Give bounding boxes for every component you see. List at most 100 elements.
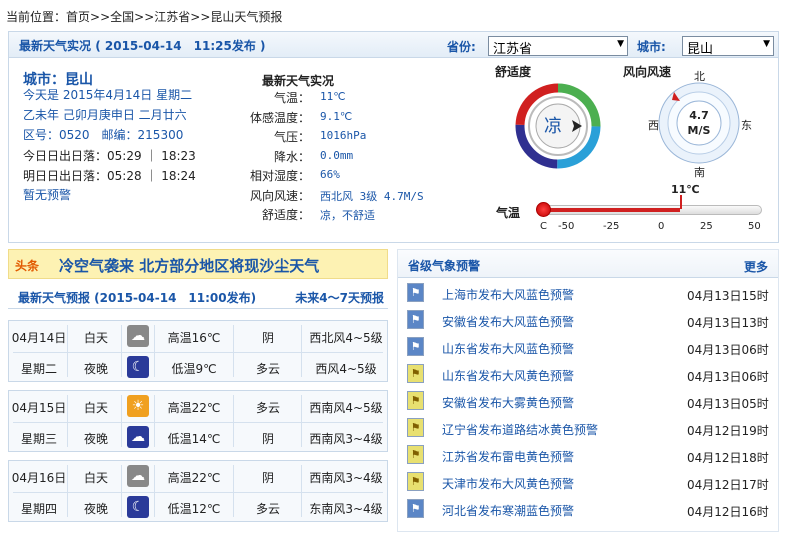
forecast-day: 04月16日 白天 ☁ 高温22℃ 阴 西南风3~4级 星期四 夜晚 ☾ 低温12℃ 多云 东南风3~… bbox=[8, 460, 388, 522]
forecast-night-row: 星期三 夜晚 ☁ 低温14℃ 阴 西南风3~4级 bbox=[9, 422, 387, 453]
warning-link[interactable]: 安徽省发布大雾黄色预警 bbox=[442, 394, 574, 411]
comfort-gauge: 凉 bbox=[514, 82, 602, 170]
city-select[interactable]: 昆山 ▼ bbox=[682, 36, 774, 57]
province-select[interactable]: 江苏省 ▼ bbox=[488, 36, 628, 57]
headline-banner[interactable]: 头条 冷空气袭来 北方部分地区将现沙尘天气 bbox=[8, 249, 388, 279]
current-weather-title: 最新天气实况 ( 2015-04-14 11:25发布 ) bbox=[19, 39, 266, 53]
breadcrumb-sep: >> bbox=[190, 10, 211, 24]
warning-link[interactable]: 辽宁省发布道路结冰黄色预警 bbox=[442, 421, 598, 438]
headline-tag: 头条 bbox=[15, 259, 40, 273]
current-weather-panel: 最新天气实况 ( 2015-04-14 11:25发布 ) 省份: 江苏省 ▼ 城… bbox=[8, 31, 779, 243]
forecast-weather: 多云 bbox=[255, 502, 280, 516]
warning-link[interactable]: 天津市发布大风黄色预警 bbox=[442, 475, 574, 492]
warning-link[interactable]: 河北省发布寒潮蓝色预警 bbox=[442, 502, 574, 519]
yellow-warning-icon: ⚑ bbox=[407, 445, 424, 464]
forecast-day-row: 04月15日 白天 ☀ 高温22℃ 多云 西南风4~5级 bbox=[9, 391, 387, 422]
moon-icon: ☾ bbox=[127, 496, 149, 518]
column-divider bbox=[233, 325, 234, 377]
warning-item[interactable]: ⚑ 山东省发布大风蓝色预警 04月13日06时 bbox=[397, 334, 779, 361]
row-divider bbox=[13, 352, 383, 353]
warning-item[interactable]: ⚑ 江苏省发布雷电黄色预警 04月12日18时 bbox=[397, 442, 779, 469]
wind-south: 南 bbox=[694, 166, 705, 179]
obs-title: 最新天气实况 bbox=[262, 74, 335, 88]
forecast-weather: 阴 bbox=[261, 432, 274, 446]
obs-value: 66% bbox=[320, 168, 340, 181]
temp-unit: C bbox=[540, 221, 547, 232]
warning-item[interactable]: ⚑ 安徽省发布大风蓝色预警 04月13日13时 bbox=[397, 307, 779, 334]
obs-label: 气压： bbox=[273, 130, 310, 144]
column-divider bbox=[121, 395, 122, 447]
breadcrumb-province[interactable]: 江苏省 bbox=[154, 10, 190, 24]
forecast-day-row: 04月16日 白天 ☁ 高温22℃ 阴 西南风3~4级 bbox=[9, 461, 387, 492]
warning-item[interactable]: ⚑ 上海市发布大风蓝色预警 04月13日15时 bbox=[397, 280, 779, 307]
forecast-day: 04月14日 白天 ☁ 高温16℃ 阴 西北风4~5级 星期二 夜晚 ☾ 低温9℃ 多云 西风4~5级 bbox=[8, 320, 388, 382]
column-divider bbox=[67, 325, 68, 377]
warning-item[interactable]: ⚑ 山东省发布大风黄色预警 04月13日06时 bbox=[397, 361, 779, 388]
forecast-date: 04月14日 bbox=[11, 331, 67, 345]
warning-date: 04月13日13时 bbox=[687, 316, 769, 330]
forecast-day-row: 04月14日 白天 ☁ 高温16℃ 阴 西北风4~5级 bbox=[9, 321, 387, 352]
column-divider bbox=[233, 465, 234, 517]
breadcrumb-home[interactable]: 首页 bbox=[66, 10, 90, 24]
forecast-period: 白天 bbox=[83, 401, 108, 415]
cloud-icon: ☁ bbox=[127, 325, 149, 347]
obs-value: 1016hPa bbox=[320, 129, 367, 142]
yellow-warning-icon: ⚑ bbox=[407, 418, 424, 437]
obs-value: 0.0mm bbox=[320, 148, 354, 162]
forecast-night-row: 星期四 夜晚 ☾ 低温12℃ 多云 东南风3~4级 bbox=[9, 492, 387, 523]
column-divider bbox=[67, 395, 68, 447]
warning-link[interactable]: 山东省发布大风黄色预警 bbox=[442, 367, 574, 384]
temp-tick: 0 bbox=[658, 221, 665, 232]
forecast-period: 夜晚 bbox=[83, 362, 108, 376]
blue-warning-icon: ⚑ bbox=[407, 499, 424, 518]
yellow-warning-icon: ⚑ bbox=[407, 472, 424, 491]
forecast-weather: 多云 bbox=[255, 362, 280, 376]
forecast-weather: 多云 bbox=[255, 401, 280, 415]
cloud-icon: ☁ bbox=[127, 465, 149, 487]
blue-warning-icon: ⚑ bbox=[407, 283, 424, 302]
warning-link[interactable]: 江苏省发布雷电黄色预警 bbox=[442, 448, 574, 465]
warning-date: 04月12日19时 bbox=[687, 424, 769, 438]
yellow-warning-icon: ⚑ bbox=[407, 364, 424, 383]
sun-cloud-icon: ☀ bbox=[127, 395, 149, 417]
breadcrumb-national[interactable]: 全国 bbox=[110, 10, 134, 24]
warning-link[interactable]: 安徽省发布大风蓝色预警 bbox=[442, 313, 574, 330]
breadcrumb-sep: >> bbox=[134, 10, 155, 24]
warning-date: 04月13日05时 bbox=[687, 397, 769, 411]
temp-bar: 11℃ C -50 -25 0 25 50 bbox=[536, 183, 771, 232]
wind-speed: 4.7 bbox=[689, 109, 709, 122]
forecast-temp: 高温16℃ bbox=[167, 331, 221, 345]
headline-text[interactable]: 冷空气袭来 北方部分地区将现沙尘天气 bbox=[59, 255, 319, 276]
forecast-wind: 西风4~5级 bbox=[315, 362, 377, 376]
warning-item[interactable]: ⚑ 河北省发布寒潮蓝色预警 04月12日16时 bbox=[397, 496, 779, 523]
forecast-more-link[interactable]: 未来4～7天预报 bbox=[295, 289, 384, 306]
lunar-date: 乙未年 己卯月庚申日 二月廿六 bbox=[23, 108, 187, 122]
temp-tick: 25 bbox=[700, 221, 713, 232]
column-divider bbox=[301, 395, 302, 447]
alert-status[interactable]: 暂无预警 bbox=[23, 186, 71, 203]
obs-label: 相对湿度： bbox=[249, 169, 310, 183]
forecast-temp: 低温14℃ bbox=[167, 432, 221, 446]
blue-warning-icon: ⚑ bbox=[407, 337, 424, 356]
warning-item[interactable]: ⚑ 安徽省发布大雾黄色预警 04月13日05时 bbox=[397, 388, 779, 415]
warning-link[interactable]: 上海市发布大风蓝色预警 bbox=[442, 286, 574, 303]
temp-tick: -25 bbox=[603, 221, 620, 232]
yellow-warning-icon: ⚑ bbox=[407, 391, 424, 410]
current-weather-header: 最新天气实况 ( 2015-04-14 11:25发布 ) 省份: 江苏省 ▼ 城… bbox=[9, 32, 778, 58]
forecast-temp: 高温22℃ bbox=[167, 401, 221, 415]
warning-item[interactable]: ⚑ 天津市发布大风黄色预警 04月12日17时 bbox=[397, 469, 779, 496]
obs-label: 降水： bbox=[273, 149, 310, 164]
today-sunrise: 今日日出日落：05:29 ｜ 18:23 bbox=[23, 149, 196, 163]
breadcrumb: 当前位置：首页>>全国>>江苏省>>昆山天气预报 bbox=[6, 8, 282, 25]
warnings-more-link[interactable]: 更多 bbox=[744, 258, 768, 275]
obs-value: 凉，不舒适 bbox=[320, 209, 375, 222]
warning-link[interactable]: 山东省发布大风蓝色预警 bbox=[442, 340, 574, 357]
province-label: 省份: bbox=[447, 40, 476, 54]
column-divider bbox=[154, 465, 155, 517]
blue-warning-icon: ⚑ bbox=[407, 310, 424, 329]
warning-date: 04月12日18时 bbox=[687, 451, 769, 465]
wind-west: 西 bbox=[648, 119, 659, 132]
warning-item[interactable]: ⚑ 辽宁省发布道路结冰黄色预警 04月12日19时 bbox=[397, 415, 779, 442]
forecast-weather: 阴 bbox=[261, 331, 274, 345]
chevron-down-icon: ▼ bbox=[763, 39, 770, 49]
